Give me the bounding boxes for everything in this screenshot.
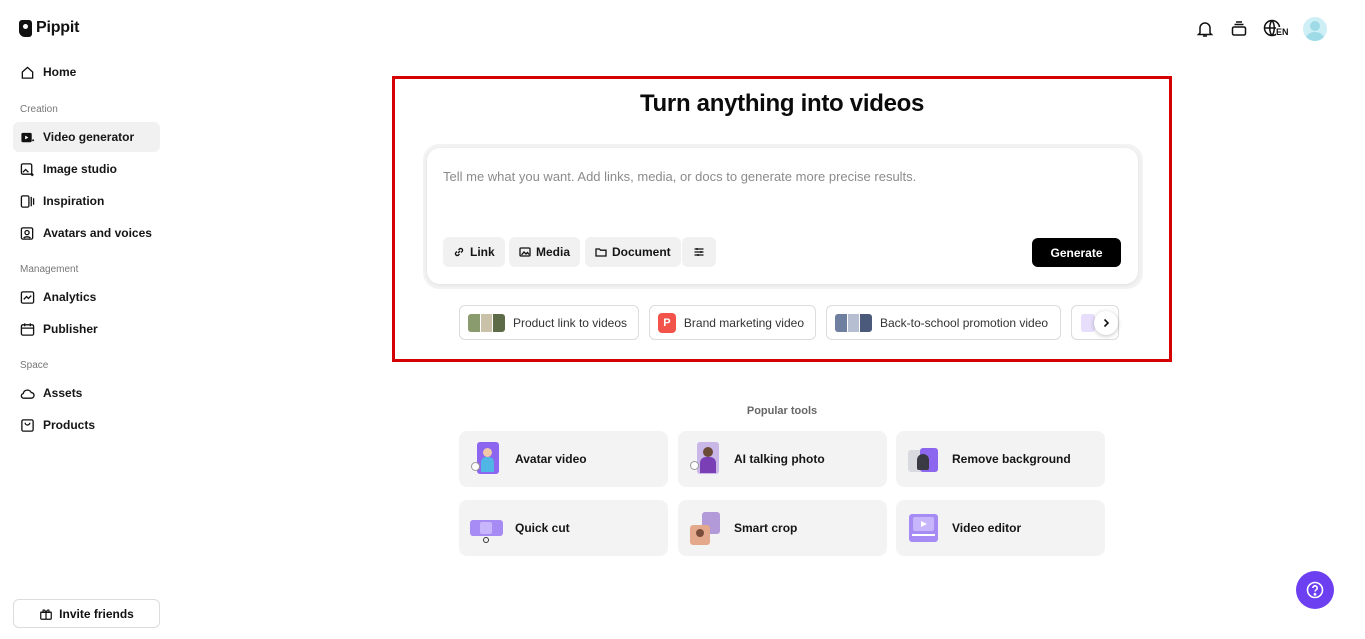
invite-friends-button[interactable]: Invite friends bbox=[13, 599, 160, 628]
suggestions-next-button[interactable] bbox=[1094, 311, 1118, 335]
inspiration-icon bbox=[20, 194, 35, 208]
sliders-icon bbox=[694, 248, 704, 256]
section-label-creation: Creation bbox=[20, 104, 58, 115]
chip-label: Back-to-school promotion video bbox=[880, 315, 1049, 330]
tool-card-remove-background[interactable]: Remove background bbox=[896, 431, 1105, 487]
talking-photo-icon bbox=[688, 442, 722, 476]
section-label-management: Management bbox=[20, 264, 79, 275]
sidebar-item-home[interactable]: Home bbox=[13, 57, 160, 87]
layers-button[interactable] bbox=[1229, 19, 1249, 39]
tool-label: Avatar video bbox=[515, 452, 587, 466]
sidebar-item-assets[interactable]: Assets bbox=[13, 378, 160, 408]
sidebar-item-label: Avatars and voices bbox=[43, 226, 152, 240]
chevron-right-icon bbox=[1103, 318, 1110, 328]
prompt-card: Tell me what you want. Add links, media,… bbox=[427, 148, 1138, 284]
remove-background-icon bbox=[906, 442, 940, 476]
suggestion-chip-brand-marketing[interactable]: P Brand marketing video bbox=[649, 305, 816, 340]
avatar-video-icon bbox=[469, 442, 503, 476]
user-avatar[interactable] bbox=[1303, 17, 1327, 41]
page-title: Turn anything into videos bbox=[639, 90, 925, 117]
gift-icon bbox=[40, 608, 53, 620]
quick-cut-icon bbox=[469, 511, 503, 545]
notifications-button[interactable] bbox=[1195, 19, 1215, 39]
sidebar-item-label: Image studio bbox=[43, 162, 118, 176]
settings-button[interactable] bbox=[682, 237, 716, 267]
chip-label: Brand marketing video bbox=[683, 315, 804, 330]
section-label-space: Space bbox=[20, 360, 49, 371]
tool-label: Smart crop bbox=[734, 521, 798, 535]
media-button[interactable]: Media bbox=[509, 237, 581, 267]
language-button[interactable]: EN bbox=[1263, 18, 1289, 40]
popular-tools-label: Popular tools bbox=[746, 405, 818, 417]
question-mark-icon bbox=[1306, 581, 1324, 599]
sidebar: Pippit Home Creation Video generator Ima… bbox=[0, 0, 172, 639]
sidebar-item-publisher[interactable]: Publisher bbox=[13, 314, 160, 344]
sidebar-item-label: Home bbox=[43, 65, 77, 79]
tool-label: Quick cut bbox=[515, 521, 570, 535]
topbar: EN bbox=[1195, 17, 1327, 41]
sidebar-item-analytics[interactable]: Analytics bbox=[13, 282, 160, 312]
sidebar-item-label: Inspiration bbox=[43, 194, 105, 208]
link-button[interactable]: Link bbox=[443, 237, 505, 267]
logo-text: Pippit bbox=[36, 19, 80, 36]
pippit-logo-icon bbox=[19, 19, 32, 37]
link-label: Link bbox=[470, 245, 495, 259]
cloud-icon bbox=[20, 388, 35, 399]
image-icon bbox=[519, 247, 531, 257]
sidebar-item-label: Products bbox=[43, 418, 96, 432]
tool-card-quick-cut[interactable]: Quick cut bbox=[459, 500, 668, 556]
tool-label: Video editor bbox=[952, 521, 1022, 535]
link-icon bbox=[454, 247, 464, 257]
smart-crop-icon bbox=[688, 511, 722, 545]
tool-card-smart-crop[interactable]: Smart crop bbox=[678, 500, 887, 556]
video-editor-icon bbox=[906, 511, 940, 545]
sidebar-item-label: Publisher bbox=[43, 322, 98, 336]
sidebar-item-video-generator[interactable]: Video generator bbox=[13, 122, 160, 152]
sidebar-item-label: Analytics bbox=[43, 290, 97, 304]
document-label: Document bbox=[612, 245, 671, 259]
sidebar-item-products[interactable]: Products bbox=[13, 410, 160, 440]
language-code: EN bbox=[1276, 27, 1289, 37]
suggestion-chip-product-link[interactable]: Product link to videos bbox=[459, 305, 639, 340]
home-icon bbox=[21, 65, 34, 79]
sidebar-item-label: Assets bbox=[43, 386, 83, 400]
document-button[interactable]: Document bbox=[585, 237, 681, 267]
chip-label: Product link to videos bbox=[512, 315, 627, 330]
video-generator-icon bbox=[21, 132, 35, 142]
media-label: Media bbox=[536, 245, 571, 259]
layers-icon bbox=[1231, 21, 1247, 36]
sidebar-item-inspiration[interactable]: Inspiration bbox=[13, 186, 160, 216]
sidebar-item-avatars-and-voices[interactable]: Avatars and voices bbox=[13, 218, 160, 248]
logo[interactable]: Pippit bbox=[19, 19, 79, 37]
thumbnail-image bbox=[1081, 313, 1095, 332]
tool-card-avatar-video[interactable]: Avatar video bbox=[459, 431, 668, 487]
product-box-icon bbox=[21, 418, 34, 432]
suggestion-chip-back-to-school[interactable]: Back-to-school promotion video bbox=[826, 305, 1061, 340]
folder-icon bbox=[595, 248, 607, 257]
invite-label: Invite friends bbox=[59, 606, 134, 621]
tool-label: AI talking photo bbox=[734, 452, 825, 466]
avatar-icon bbox=[20, 226, 34, 240]
help-button[interactable] bbox=[1296, 571, 1334, 609]
sidebar-item-image-studio[interactable]: Image studio bbox=[13, 154, 160, 184]
generate-button[interactable]: Generate bbox=[1032, 238, 1121, 267]
prompt-input[interactable]: Tell me what you want. Add links, media,… bbox=[443, 169, 916, 184]
tool-label: Remove background bbox=[952, 452, 1071, 466]
thumbnail-image bbox=[468, 313, 505, 332]
tool-card-ai-talking-photo[interactable]: AI talking photo bbox=[678, 431, 887, 487]
image-studio-icon bbox=[20, 162, 34, 176]
calendar-icon bbox=[20, 322, 35, 336]
tool-card-video-editor[interactable]: Video editor bbox=[896, 500, 1105, 556]
thumbnail-image bbox=[835, 313, 872, 332]
sidebar-item-label: Video generator bbox=[43, 130, 135, 144]
brand-p-icon: P bbox=[658, 312, 676, 333]
analytics-icon bbox=[20, 290, 35, 304]
bell-icon bbox=[1196, 22, 1214, 37]
